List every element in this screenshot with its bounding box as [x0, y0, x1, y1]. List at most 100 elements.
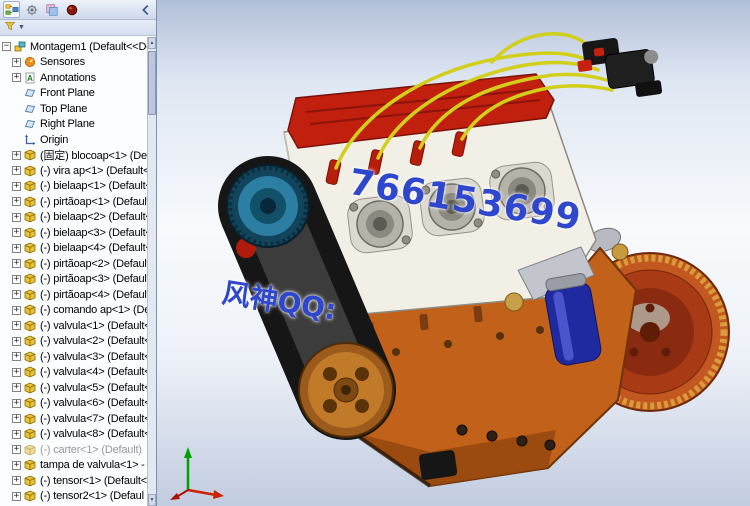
expander-icon[interactable]: + — [12, 352, 21, 362]
expander-icon[interactable]: + — [12, 274, 21, 284]
tree-item-label: (-) valvula<8> (Default< — [40, 428, 147, 441]
configurationmanager-icon[interactable] — [43, 1, 60, 18]
tree-item[interactable]: + (-) valvula<5> (Default< — [0, 380, 147, 396]
featuremanager-tree-icon[interactable] — [3, 1, 20, 18]
expander-icon[interactable]: + — [12, 290, 21, 300]
tree-item-label: Sensores — [40, 56, 85, 69]
tree-item[interactable]: + (-) bielaap<2> (Default< — [0, 210, 147, 226]
expander-icon[interactable]: + — [12, 181, 21, 191]
tree-item-label: (-) tensor2<1> (Defaul — [40, 490, 144, 503]
tree-item-label: (-) valvula<7> (Default< — [40, 412, 147, 425]
tree-item[interactable]: + Sensores — [0, 55, 147, 71]
expander-icon[interactable]: + — [12, 197, 21, 207]
expander-icon[interactable]: + — [12, 383, 21, 393]
tree-item[interactable]: + (-) pirtãoap<1> (Default< — [0, 194, 147, 210]
tree-item[interactable]: + (-) bielaap<1> (Default< — [0, 179, 147, 195]
expander-icon[interactable]: + — [12, 398, 21, 408]
sensors-folder-icon — [24, 56, 37, 68]
part-icon — [24, 475, 37, 487]
tree-item[interactable]: + (-) pirtãoap<4> (Default< — [0, 287, 147, 303]
tree-item[interactable]: + (-) valvula<6> (Default< — [0, 396, 147, 412]
expander-icon[interactable]: + — [12, 491, 21, 501]
tree-item-label: (-) pirtãoap<2> (Default< — [40, 257, 147, 270]
tree-item-label: Top Plane — [40, 102, 88, 115]
expander-icon[interactable]: + — [12, 305, 21, 315]
expander-icon[interactable]: + — [12, 212, 21, 222]
tree-item[interactable]: Top Plane — [0, 101, 147, 117]
tree-item[interactable]: + (-) vira ap<1> (Default< — [0, 163, 147, 179]
expander-icon[interactable]: + — [12, 150, 21, 160]
part-icon — [24, 459, 37, 471]
ignition-module — [577, 37, 663, 97]
tree-item[interactable]: + (-) bielaap<3> (Default< — [0, 225, 147, 241]
tree-item[interactable]: + (-) valvula<8> (Default< — [0, 427, 147, 443]
tree-item-label: (-) pirtãoap<3> (Default< — [40, 273, 147, 286]
tree-item-label: Right Plane — [40, 118, 95, 131]
part-icon — [24, 397, 37, 409]
tree-item[interactable]: + (-) pirtãoap<3> (Default< — [0, 272, 147, 288]
part-icon — [24, 242, 37, 254]
annotations-folder-icon: A — [24, 72, 37, 84]
tree-item[interactable]: + (-) pirtãoap<2> (Default< — [0, 256, 147, 272]
filter-icon[interactable] — [4, 20, 16, 35]
part-icon — [24, 227, 37, 239]
tree-item[interactable]: Origin — [0, 132, 147, 148]
feature-tree: − Montagem1 (Default<<De + Sensores + A Annota… — [0, 37, 147, 506]
scroll-down-icon[interactable]: ▼ — [148, 494, 156, 506]
tree-item[interactable]: + (-) valvula<2> (Default< — [0, 334, 147, 350]
expander-icon[interactable]: + — [12, 367, 21, 377]
tree-item-label: tampa de valvula<1> - — [40, 459, 145, 472]
tree-item[interactable]: − Montagem1 (Default<<De — [0, 39, 147, 55]
tree-item[interactable]: + (-) carter<1> (Default) — [0, 442, 147, 458]
collapse-panel-icon[interactable] — [139, 3, 153, 17]
expander-icon[interactable]: + — [12, 336, 21, 346]
tree-item-label: (-) bielaap<2> (Default< — [40, 211, 147, 224]
expander-icon[interactable]: + — [12, 445, 21, 455]
tree-item[interactable]: + (固定) blocoap<1> (Def — [0, 148, 147, 164]
tree-item[interactable]: + (-) tensor<1> (Default< — [0, 473, 147, 489]
expander-icon[interactable]: + — [12, 429, 21, 439]
part-icon — [24, 165, 37, 177]
propertymanager-icon[interactable] — [23, 1, 40, 18]
tree-item-label: Montagem1 (Default<<De — [30, 40, 147, 53]
tree-item[interactable]: Right Plane — [0, 117, 147, 133]
expander-icon[interactable]: + — [12, 476, 21, 486]
expander-icon[interactable]: + — [12, 57, 21, 67]
part-icon — [24, 413, 37, 425]
expander-icon[interactable]: − — [2, 42, 11, 52]
tree-item-label: (-) carter<1> (Default) — [40, 443, 142, 456]
featuremanager-filter-row: ▼ — [0, 20, 156, 36]
part-icon — [24, 211, 37, 223]
tree-item[interactable]: + A Annotations — [0, 70, 147, 86]
tree-item[interactable]: + (-) valvula<7> (Default< — [0, 411, 147, 427]
expander-icon[interactable]: + — [12, 414, 21, 424]
expander-icon[interactable]: + — [12, 166, 21, 176]
part-icon — [24, 258, 37, 270]
part-icon — [24, 335, 37, 347]
scrollbar-thumb[interactable] — [148, 51, 156, 115]
tree-item[interactable]: + (-) tensor2<1> (Defaul — [0, 489, 147, 505]
origin-icon — [24, 134, 37, 146]
part-icon — [24, 490, 37, 502]
scroll-up-icon[interactable]: ▲ — [148, 37, 156, 49]
tree-item[interactable]: Front Plane — [0, 86, 147, 102]
expander-icon[interactable]: + — [12, 73, 21, 83]
tree-item[interactable]: + tampa de valvula<1> - — [0, 458, 147, 474]
tree-item[interactable]: + (-) valvula<3> (Default< — [0, 349, 147, 365]
tree-scrollbar[interactable]: ▲ ▼ — [147, 37, 156, 506]
tree-item-label: Front Plane — [40, 87, 95, 100]
expander-icon[interactable]: + — [12, 460, 21, 470]
chevron-down-icon[interactable]: ▼ — [18, 24, 25, 31]
tree-item-label: (-) valvula<1> (Default< — [40, 319, 147, 332]
expander-icon[interactable]: + — [12, 228, 21, 238]
tree-item[interactable]: + (-) comando ap<1> (Default< — [0, 303, 147, 319]
tree-item[interactable]: + (-) valvula<4> (Default< — [0, 365, 147, 381]
expander-icon[interactable]: + — [12, 259, 21, 269]
tree-item-label: Origin — [40, 133, 69, 146]
expander-icon[interactable]: + — [12, 243, 21, 253]
expander-icon[interactable]: + — [12, 321, 21, 331]
tree-item[interactable]: + (-) bielaap<4> (Default< — [0, 241, 147, 257]
displaymanager-icon[interactable] — [63, 1, 80, 18]
part-icon — [24, 382, 37, 394]
tree-item[interactable]: + (-) valvula<1> (Default< — [0, 318, 147, 334]
